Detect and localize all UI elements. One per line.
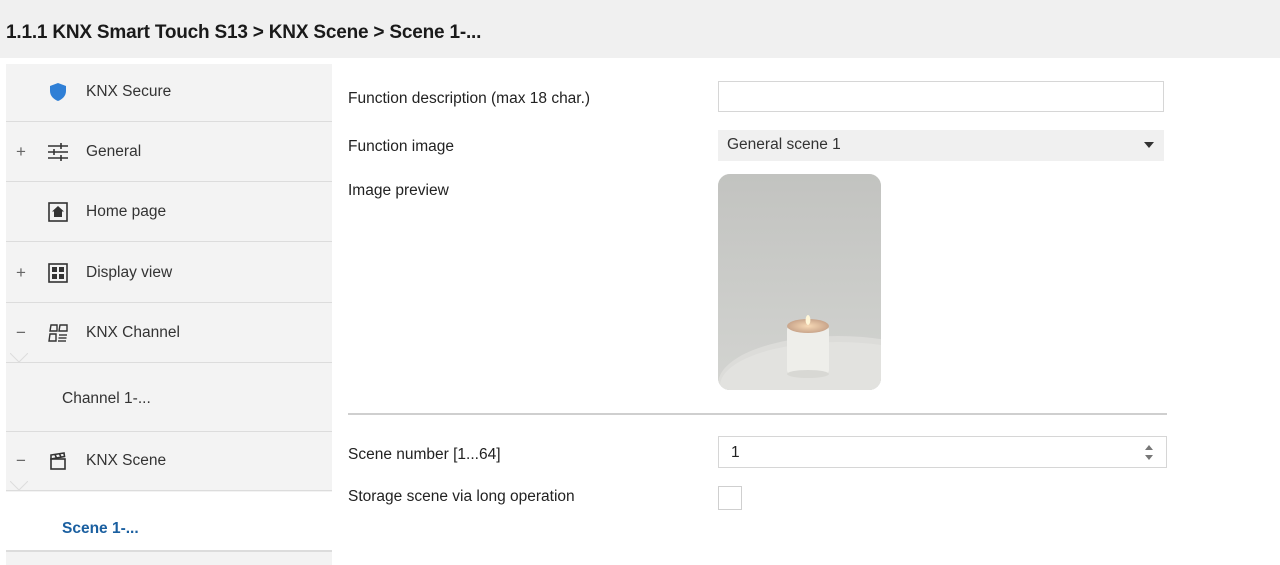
sidebar-item-label: Display view [86,264,173,281]
home-icon [47,201,69,223]
sidebar-item-label: Scene 1-... [62,520,139,537]
spin-down-icon[interactable] [1145,455,1153,460]
function-image-select[interactable]: General scene 1 [718,130,1164,161]
sidebar-item-display-view[interactable]: + Display view [6,245,332,303]
expand-icon[interactable]: + [14,143,28,160]
parameter-panel: Function description (max 18 char.) Func… [332,64,1280,565]
collapse-icon[interactable]: − [14,452,28,469]
collapse-icon[interactable]: − [14,324,28,341]
divider [6,550,332,552]
sidebar-item-label: KNX Channel [86,324,180,341]
sliders-icon [47,141,69,163]
grid-view-icon [47,262,69,284]
sidebar-item-label: General [86,143,142,160]
sidebar-item-label: KNX Scene [86,452,167,469]
channel-icon [47,322,69,344]
candle-image [718,174,881,390]
scene-number-stepper[interactable]: 1 [718,436,1167,468]
function-description-input[interactable] [718,81,1164,112]
spin-up-icon[interactable] [1145,445,1153,450]
expand-icon[interactable]: + [14,264,28,281]
sidebar-item-label: KNX Secure [86,83,172,100]
sidebar-item-general[interactable]: + General [6,124,332,182]
title-bar: 1.1.1 KNX Smart Touch S13 > KNX Scene > … [0,0,1280,58]
function-image-value: General scene 1 [727,136,841,153]
image-preview [718,174,881,390]
spin-arrows[interactable] [1144,443,1154,463]
sidebar-item-home-page[interactable]: Home page [6,184,332,242]
image-preview-label: Image preview [348,182,449,199]
clapperboard-icon [47,450,69,472]
breadcrumb: 1.1.1 KNX Smart Touch S13 > KNX Scene > … [6,22,482,43]
sidebar-item-scene-1[interactable]: Scene 1-... [6,492,332,550]
tree-notch [10,353,28,363]
storage-scene-label: Storage scene via long operation [348,488,575,505]
sidebar-item-label: Home page [86,203,167,220]
sidebar-item-knx-scene[interactable]: − KNX Scene [6,433,332,491]
sidebar-item-knx-secure[interactable]: KNX Secure [6,64,332,122]
scene-number-value: 1 [731,444,740,461]
chevron-down-icon [1144,142,1154,148]
function-image-label: Function image [348,138,454,155]
tree-notch [10,481,28,491]
storage-scene-checkbox[interactable] [718,486,742,510]
section-divider [348,413,1167,415]
function-description-label: Function description (max 18 char.) [348,90,591,107]
sidebar-item-channel-1[interactable]: Channel 1-... [6,366,332,432]
scene-number-label: Scene number [1...64] [348,446,501,463]
sidebar-item-knx-channel[interactable]: − KNX Channel [6,305,332,363]
sidebar: KNX Secure + General Home page + Display… [6,64,332,565]
shield-icon [47,81,69,103]
sidebar-item-label: Channel 1-... [62,390,151,407]
